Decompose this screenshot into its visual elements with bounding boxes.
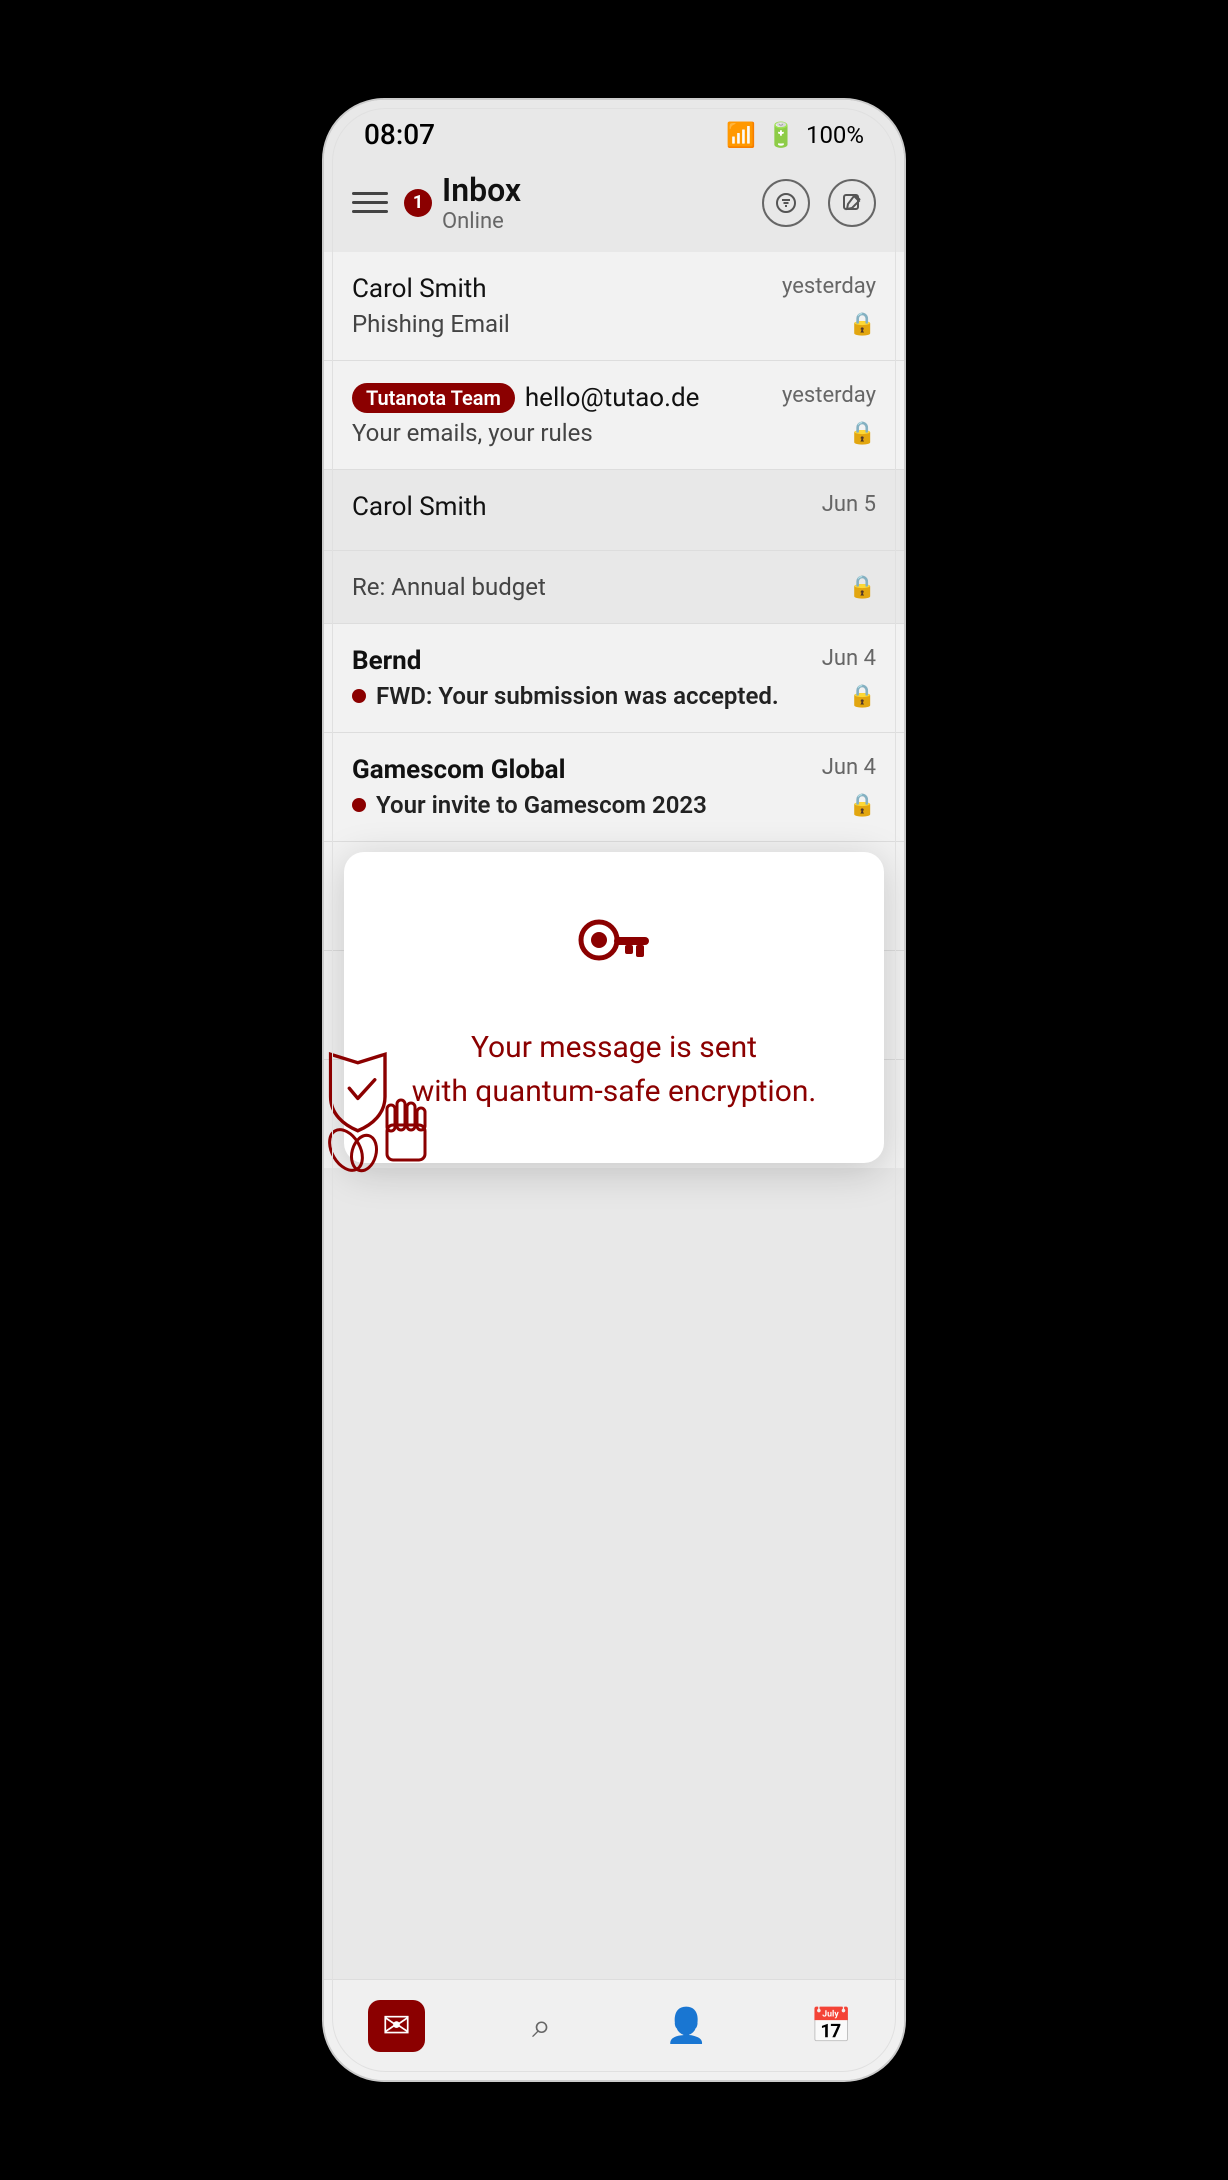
- email-date: yesterday: [782, 274, 876, 299]
- email-item-carol-phishing[interactable]: Carol Smith yesterday Phishing Email 🔒: [324, 252, 904, 361]
- email-item-gamescom[interactable]: Gamescom Global Jun 4 Your invite to Gam…: [324, 733, 904, 842]
- compose-button[interactable]: [828, 179, 876, 227]
- email-subject: FWD: Your submission was accepted.: [376, 682, 841, 710]
- email-subject: Your invite to Gamescom 2023: [376, 791, 841, 819]
- side-icons: [324, 1045, 454, 1179]
- email-sender: Bernd: [352, 646, 421, 676]
- header-actions: [762, 179, 876, 227]
- calendar-icon: 📅: [810, 2006, 852, 2046]
- lock-icon: 🔒: [849, 421, 876, 446]
- email-date: Jun 4: [822, 755, 876, 780]
- email-subject: Re: Annual budget: [352, 573, 841, 601]
- sender-with-badge: Tutanota Team hello@tutao.de: [352, 383, 699, 413]
- unread-dot: [352, 689, 366, 703]
- email-date: Jun 5: [822, 492, 876, 517]
- inbox-header: 1 Inbox Online: [324, 161, 904, 252]
- email-date: Jun 4: [822, 646, 876, 671]
- inbox-title: Inbox: [442, 171, 762, 209]
- nav-search[interactable]: ⌕: [502, 1996, 582, 2056]
- phone-wrapper: 08:07 📶 🔋 100% 1 Inbox Online: [304, 65, 924, 2115]
- inbox-subtitle: Online: [442, 209, 762, 234]
- mail-icon: ✉: [368, 2000, 425, 2052]
- filter-button[interactable]: [762, 179, 810, 227]
- email-item-carol-jun5[interactable]: Carol Smith Jun 5: [324, 470, 904, 551]
- tutanota-badge: Tutanota Team: [352, 383, 515, 413]
- lock-icon: 🔒: [849, 312, 876, 337]
- nav-calendar[interactable]: 📅: [792, 1996, 872, 2056]
- nav-contacts[interactable]: 👤: [647, 1996, 727, 2056]
- lock-icon: 🔒: [849, 575, 876, 600]
- encryption-icon: [569, 902, 659, 1002]
- lock-icon: 🔒: [849, 793, 876, 818]
- status-icons: 📶 🔋 100%: [726, 121, 864, 149]
- inbox-badge: 1: [404, 189, 432, 217]
- contacts-icon: 👤: [665, 2006, 707, 2046]
- encryption-message: Your message is sentwith quantum-safe en…: [412, 1026, 817, 1113]
- badge-email-address: hello@tutao.de: [525, 383, 700, 413]
- email-subject: Your emails, your rules: [352, 419, 841, 447]
- nav-mail[interactable]: ✉: [357, 1996, 437, 2056]
- shield-hand-icon: [324, 1045, 454, 1175]
- hamburger-menu[interactable]: [352, 192, 388, 213]
- email-item-bernd[interactable]: Bernd Jun 4 FWD: Your submission was acc…: [324, 624, 904, 733]
- email-item-annual-budget[interactable]: Re: Annual budget 🔒: [324, 551, 904, 624]
- search-icon: ⌕: [532, 2006, 551, 2046]
- email-sender: Carol Smith: [352, 492, 487, 522]
- battery-percent: 100%: [806, 121, 864, 149]
- email-sender: Gamescom Global: [352, 755, 565, 785]
- unread-dot: [352, 798, 366, 812]
- email-date: yesterday: [782, 383, 876, 408]
- inbox-title-block: Inbox Online: [442, 171, 762, 234]
- bottom-nav: ✉ ⌕ 👤 📅: [324, 1979, 904, 2080]
- battery-icon: 🔋: [766, 121, 796, 149]
- wifi-icon: 📶: [726, 121, 756, 149]
- status-time: 08:07: [364, 118, 435, 151]
- email-subject: Phishing Email: [352, 310, 841, 338]
- lock-icon: 🔒: [849, 684, 876, 709]
- email-item-tutanota[interactable]: Tutanota Team hello@tutao.de yesterday Y…: [324, 361, 904, 470]
- status-bar: 08:07 📶 🔋 100%: [324, 100, 904, 161]
- email-sender: Carol Smith: [352, 274, 487, 304]
